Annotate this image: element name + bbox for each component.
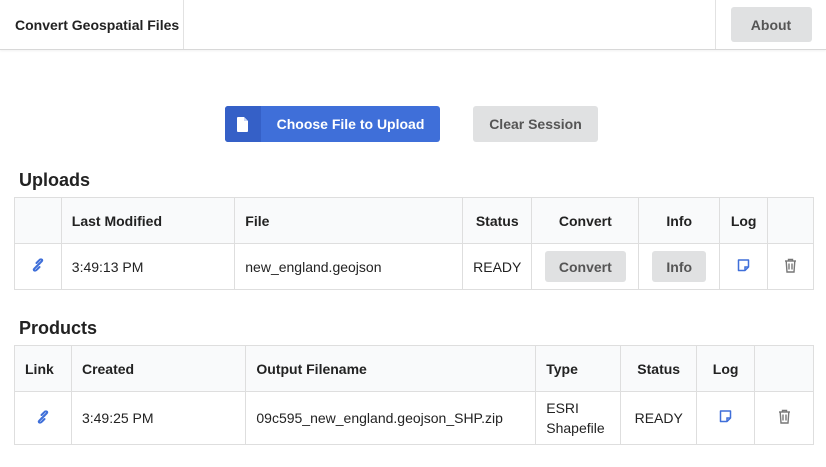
uploads-col-convert: Convert [531,197,640,244]
products-col-log: Log [696,345,756,392]
clear-session-button[interactable]: Clear Session [473,106,598,142]
app-title[interactable]: Convert Geospatial Files [0,0,184,49]
products-col-filename: Output Filename [245,345,537,392]
link-cell [14,243,62,290]
about-button[interactable]: About [730,7,812,42]
info-button[interactable]: Info [652,251,707,282]
convert-cell: Convert [531,243,640,290]
uploads-col-info: Info [638,197,721,244]
uploads-col-delete [767,197,814,244]
filename-cell: 09c595_new_england.geojson_SHP.zip [245,391,537,445]
log-cell [719,243,769,290]
about-container: About [715,0,826,49]
file-icon [225,106,261,142]
uploads-heading: Uploads [19,170,91,190]
log-icon[interactable] [719,410,732,426]
type-cell: ESRI Shapefile [535,391,622,445]
delete-cell [767,243,814,290]
products-col-created: Created [70,345,247,392]
table-row: 3:49:25 PM 09c595_new_england.geojson_SH… [14,391,814,445]
trash-icon[interactable] [778,409,791,427]
products-col-status: Status [620,345,698,392]
file-cell: new_england.geojson [234,243,464,290]
convert-button[interactable]: Convert [544,251,626,282]
products-col-delete [754,345,814,392]
type-line-1: ESRI [546,400,579,416]
info-cell: Info [638,243,721,290]
uploads-col-log: Log [719,197,769,244]
delete-cell [754,391,814,445]
uploads-header-row: Last Modified File Status Convert Info L… [14,197,814,244]
products-heading: Products [19,318,98,338]
uploads-col-file: File [234,197,464,244]
uploads-table: Last Modified File Status Convert Info L… [14,197,814,290]
log-icon[interactable] [737,258,750,275]
uploads-col-status: Status [462,197,533,244]
link-cell [14,391,72,445]
uploads-col-link [14,197,62,244]
products-col-type: Type [535,345,622,392]
uploads-col-last-modified: Last Modified [60,197,236,244]
choose-file-label: Choose File to Upload [276,116,425,132]
products-header-row: Link Created Output Filename Type Status… [14,345,814,392]
link-icon[interactable] [36,409,50,427]
table-row: 3:49:13 PM new_england.geojson READY Con… [14,243,814,290]
type-line-2: Shapefile [546,420,605,436]
choose-file-button[interactable]: Choose File to Upload [225,106,440,142]
trash-icon[interactable] [784,258,797,276]
status-cell: READY [462,243,533,290]
products-col-link: Link [14,345,72,392]
log-cell [696,391,756,445]
products-table: Link Created Output Filename Type Status… [14,345,814,445]
status-cell: READY [620,391,698,445]
last-modified-cell: 3:49:13 PM [60,243,236,290]
created-cell: 3:49:25 PM [70,391,247,445]
top-menu: Convert Geospatial Files About [0,0,826,50]
link-icon[interactable] [31,258,45,275]
